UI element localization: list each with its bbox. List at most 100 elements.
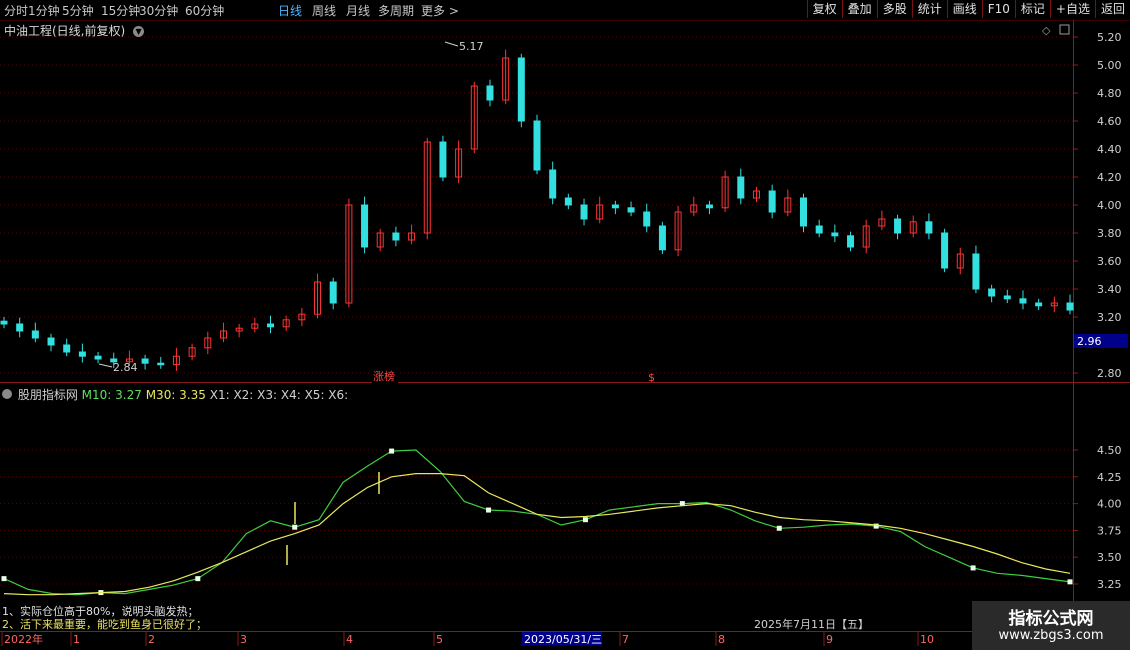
candle-body — [941, 232, 949, 269]
candle-body — [0, 320, 8, 325]
candle-body — [1019, 298, 1027, 304]
indicator-name: 股朋指标网 — [17, 388, 78, 402]
candlesticks — [0, 49, 1074, 371]
m10-marker — [776, 525, 782, 531]
m10-marker — [1067, 579, 1073, 585]
candle-body — [549, 169, 557, 199]
candle-body — [486, 85, 494, 101]
time-label: 3 — [240, 633, 247, 646]
candle-body — [439, 141, 447, 178]
price-tick-label: 3.20 — [1097, 311, 1122, 324]
price-tick-label: 5.00 — [1097, 59, 1122, 72]
indicator-title: 股朋指标网 M10: 3.27 M30: 3.35 X1: X2: X3: X4… — [2, 386, 348, 403]
candle-body — [658, 225, 666, 251]
m10-marker — [195, 576, 201, 582]
candle-body — [329, 281, 337, 304]
time-label: 9 — [826, 633, 833, 646]
time-label: 7 — [622, 633, 629, 646]
price-tick-label: 3.40 — [1097, 283, 1122, 296]
m10-marker — [970, 565, 976, 571]
indicator-tick-label: 3.75 — [1097, 524, 1122, 537]
candle-body — [267, 323, 274, 328]
candle-body — [815, 225, 823, 234]
price-tick-label: 4.00 — [1097, 199, 1122, 212]
candle-body — [831, 232, 839, 237]
candle-body — [894, 218, 902, 234]
time-label: 1 — [73, 633, 80, 646]
candle-body — [141, 358, 149, 364]
note-line: 2、活下来最重要，能吃到鱼身已很好了； — [2, 618, 207, 631]
indicator-tick-label: 3.25 — [1097, 578, 1122, 591]
price-tick-label: 4.20 — [1097, 171, 1122, 184]
chart-canvas[interactable]: 5.20 5.00 4.80 4.60 4.40 4.20 4.00 3.80 3.60 3.40… — [0, 0, 1130, 650]
candle-body — [737, 176, 745, 199]
m10-marker — [486, 507, 492, 513]
indicator-tick-label: 4.00 — [1097, 498, 1122, 511]
panel-toggle-icon[interactable] — [1059, 24, 1070, 35]
time-label: 5 — [436, 633, 443, 646]
time-label: 4 — [346, 633, 353, 646]
m10-line — [3, 449, 1071, 596]
price-tick-label: 2.80 — [1097, 367, 1122, 380]
candle-body — [847, 235, 855, 248]
time-axis: 2022年 1 2 3 4 5 7 8 9 10 2023/05/31/三 — [1, 632, 934, 646]
price-tick-label: 4.60 — [1097, 115, 1122, 128]
candle-body — [1035, 302, 1043, 307]
m10-marker — [1, 576, 7, 582]
candle-body — [627, 207, 635, 213]
price-grid — [0, 36, 1073, 374]
candle-body — [1003, 295, 1011, 300]
indicator-axis: 4.50 4.25 4.00 3.75 3.50 3.25 — [1073, 444, 1122, 591]
candle-body — [517, 57, 525, 122]
candle-body — [1066, 302, 1074, 311]
x-values: X1: X2: X3: X4: X5: X6: — [209, 388, 349, 402]
indicator-tick-label: 4.25 — [1097, 471, 1122, 484]
indicator-lines — [1, 448, 1073, 596]
event-tag[interactable]: 涨榜 — [373, 369, 395, 383]
candle-body — [63, 344, 71, 353]
price-tick-label: 5.20 — [1097, 31, 1122, 44]
candle-body — [157, 362, 165, 366]
candle-body — [47, 337, 55, 346]
indicator-tick-label: 4.50 — [1097, 444, 1122, 457]
m30-value: M30: 3.35 — [145, 388, 206, 402]
watermark-url: www.zbgs3.com — [998, 628, 1104, 643]
price-tick-label: 4.80 — [1097, 87, 1122, 100]
diamond-icon[interactable]: ◇ — [1042, 24, 1051, 37]
m10-marker — [582, 517, 588, 523]
watermark: 指标公式网 www.zbgs3.com — [972, 601, 1130, 650]
candle-body — [768, 190, 776, 213]
low-pointer — [98, 363, 113, 368]
m10-marker — [292, 524, 298, 530]
cursor-date: 2023/05/31/三 — [524, 633, 602, 646]
candle-body — [16, 323, 24, 332]
candle-body — [78, 351, 86, 357]
price-tick-label: 3.60 — [1097, 255, 1122, 268]
candle-body — [925, 221, 933, 234]
time-label: 8 — [718, 633, 725, 646]
candle-body — [392, 232, 400, 241]
high-price-label: 5.17 — [459, 40, 484, 53]
indicator-tick-label: 3.50 — [1097, 551, 1122, 564]
price-tick-label: 4.40 — [1097, 143, 1122, 156]
candle-body — [972, 253, 980, 290]
time-label: 10 — [920, 633, 934, 646]
time-label: 2 — [148, 633, 155, 646]
indicator-grid — [0, 449, 1073, 585]
candle-body — [988, 288, 996, 297]
watermark-title: 指标公式网 — [1008, 609, 1094, 629]
current-price: 2.96 — [1077, 335, 1102, 348]
time-label: 2022年 — [4, 632, 43, 646]
current-date: 2025年7月11日【五】 — [754, 618, 869, 631]
price-axis: 5.20 5.00 4.80 4.60 4.40 4.20 4.00 3.80 3.60 3.40… — [1073, 31, 1122, 380]
m30-line — [3, 473, 1071, 596]
m10-marker — [389, 448, 395, 454]
candle-body — [361, 204, 369, 248]
candle-body — [705, 204, 713, 209]
low-price-label: 2.84 — [113, 361, 138, 374]
candle-body — [643, 211, 651, 227]
candle-body — [800, 197, 807, 227]
candle-body — [611, 204, 619, 209]
dollar-marker[interactable]: $ — [648, 371, 655, 384]
high-pointer — [444, 41, 459, 47]
